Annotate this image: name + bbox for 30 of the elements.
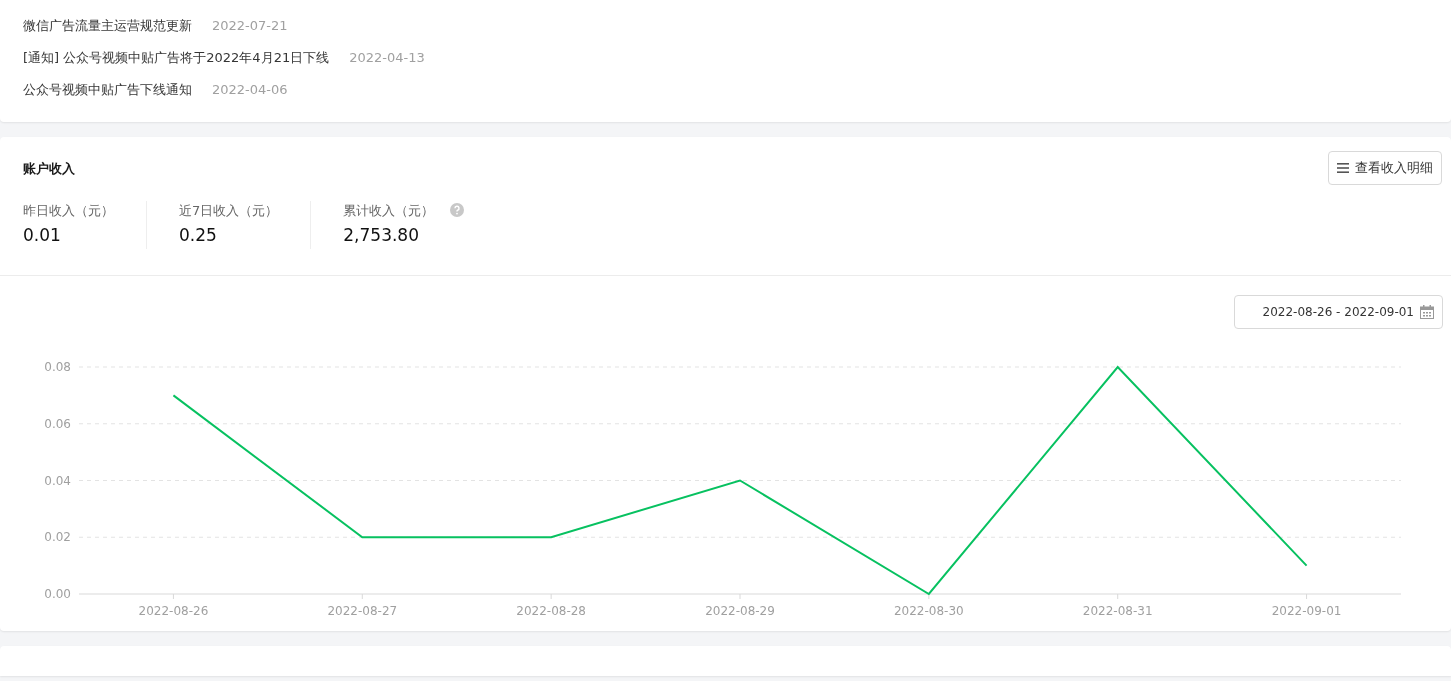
date-range-field[interactable]: 2022-08-26 - 2022-09-01	[1233, 295, 1443, 329]
calendar-icon	[1420, 305, 1434, 319]
axis-tick-label: 2022-08-29	[705, 604, 775, 618]
detail-button[interactable]: 查看收入明细	[1328, 151, 1442, 185]
axis-tick-label: 2022-08-28	[516, 604, 586, 618]
stat-value: 2,753.80	[343, 224, 420, 247]
notice-link[interactable]: 微信广告流量主运营规范更新	[23, 16, 192, 36]
notice-date: 2022-04-06	[212, 81, 288, 100]
stat-label: 近7日收入（元）	[179, 201, 279, 220]
axis-tick-label: 2022-08-26	[138, 604, 209, 618]
axis-tick-label: 2022-08-27	[327, 604, 398, 618]
axis-tick-label: 0.00	[44, 587, 71, 601]
stat-label: 累计收入（元）	[343, 201, 435, 220]
axis-tick-label: 2022-08-30	[894, 604, 964, 618]
notice-link[interactable]: 公众号视频中贴广告下线通知	[23, 80, 192, 100]
axis-tick-label: 0.06	[44, 416, 71, 431]
stat-label: 昨日收入（元）	[23, 201, 114, 220]
axis-tick-label: 0.08	[44, 360, 71, 374]
notice-link[interactable]: [通知] 公众号视频中贴广告将于2022年4月21日下线	[23, 48, 330, 68]
axis-tick-label: 0.02	[44, 530, 71, 545]
axis-tick-label: 2022-09-01	[1271, 604, 1342, 618]
help-icon[interactable]	[450, 203, 465, 218]
stat-value: 0.01	[23, 224, 62, 247]
stat-value: 0.25	[179, 224, 218, 247]
notice-date: 2022-04-13	[349, 49, 425, 68]
section-title: 账户收入	[23, 160, 75, 178]
notice-date: 2022-07-21	[212, 17, 288, 36]
menu-icon	[1337, 162, 1349, 173]
axis-tick-label: 0.04	[44, 473, 71, 488]
axis-tick-label: 2022-08-31	[1082, 604, 1153, 618]
